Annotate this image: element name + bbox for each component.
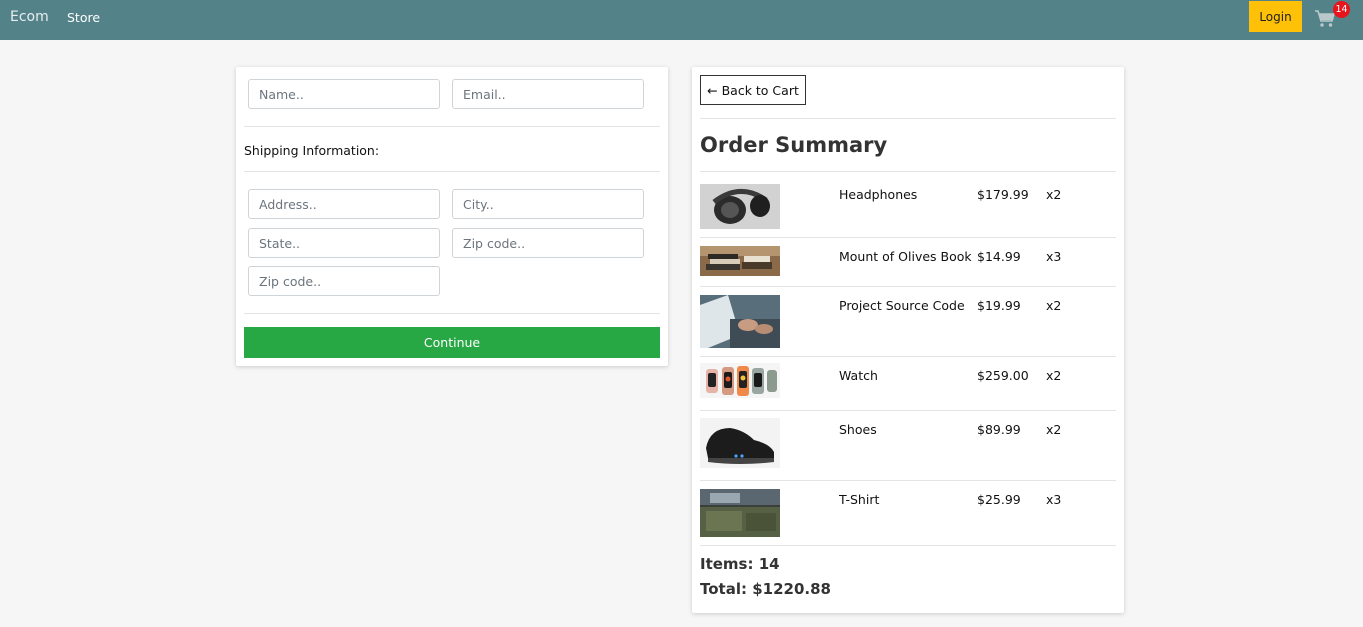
item-name: Watch — [839, 368, 878, 383]
back-to-cart-button[interactable]: ← Back to Cart — [700, 75, 806, 105]
item-name: Shoes — [839, 422, 877, 437]
order-total: Total: $1220.88 — [700, 580, 831, 598]
row-divider — [700, 545, 1116, 546]
brand-logo[interactable]: Ecom — [10, 9, 49, 25]
divider — [244, 126, 660, 127]
item-price: $14.99 — [977, 249, 1021, 264]
item-quantity: x2 — [1046, 298, 1062, 313]
headphones-image — [700, 184, 780, 229]
item-price: $179.99 — [977, 187, 1029, 202]
email-input[interactable]: Email.. — [452, 79, 644, 109]
book-image — [700, 246, 780, 276]
item-name: T-Shirt — [839, 492, 880, 507]
shoes-image — [700, 418, 780, 468]
item-quantity: x2 — [1046, 368, 1062, 383]
item-quantity: x3 — [1046, 492, 1062, 507]
divider — [700, 118, 1116, 119]
state-input[interactable]: State.. — [248, 228, 440, 258]
item-price: $25.99 — [977, 492, 1021, 507]
name-input[interactable]: Name.. — [248, 79, 440, 109]
order-summary-title: Order Summary — [700, 133, 888, 157]
divider — [244, 313, 660, 314]
order-summary-card: ← Back to Cart Order Summary Headphones … — [692, 67, 1124, 613]
navbar: Ecom Store Login 14 — [0, 0, 1363, 40]
tshirt-image — [700, 489, 780, 537]
cart-count-badge: 14 — [1333, 1, 1350, 18]
divider — [700, 171, 1116, 172]
item-quantity: x2 — [1046, 422, 1062, 437]
item-name: Project Source Code — [839, 298, 965, 313]
item-quantity: x3 — [1046, 249, 1062, 264]
item-price: $89.99 — [977, 422, 1021, 437]
row-divider — [700, 480, 1116, 481]
items-count: Items: 14 — [700, 555, 780, 573]
row-divider — [700, 237, 1116, 238]
row-divider — [700, 410, 1116, 411]
divider — [244, 171, 660, 172]
zip-code-input-2[interactable]: Zip code.. — [248, 266, 440, 296]
zip-code-input[interactable]: Zip code.. — [452, 228, 644, 258]
item-name: Headphones — [839, 187, 918, 202]
login-button[interactable]: Login — [1249, 1, 1302, 32]
row-divider — [700, 356, 1116, 357]
checkout-form-card: Name.. Email.. Shipping Information: Add… — [236, 67, 668, 366]
item-price: $19.99 — [977, 298, 1021, 313]
nav-link-store[interactable]: Store — [67, 10, 100, 25]
continue-button[interactable]: Continue — [244, 327, 660, 358]
item-price: $259.00 — [977, 368, 1029, 383]
laptop-image — [700, 295, 780, 348]
address-input[interactable]: Address.. — [248, 189, 440, 219]
item-quantity: x2 — [1046, 187, 1062, 202]
item-name: Mount of Olives Book — [839, 249, 972, 264]
city-input[interactable]: City.. — [452, 189, 644, 219]
watch-image — [700, 363, 780, 398]
shipping-info-label: Shipping Information: — [244, 143, 380, 158]
row-divider — [700, 286, 1116, 287]
